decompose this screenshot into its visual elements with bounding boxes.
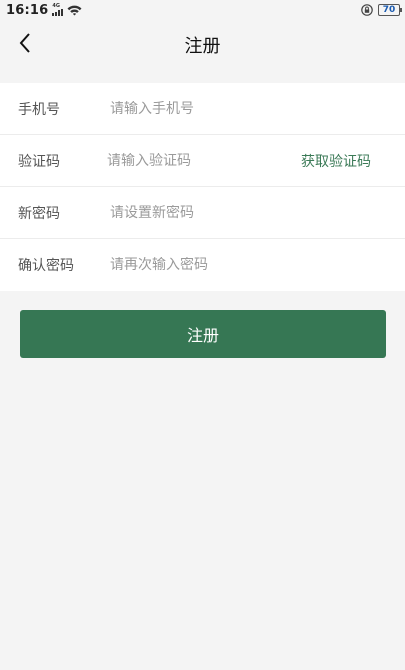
back-button[interactable] [10, 30, 40, 60]
new-password-row: 新密码 [0, 187, 405, 239]
signal-icon: 4G [52, 4, 64, 16]
chevron-left-icon [18, 32, 32, 58]
signal-bars [52, 9, 64, 16]
register-button[interactable]: 注册 [20, 310, 386, 358]
battery-level: 70 [382, 5, 396, 15]
code-input[interactable] [107, 152, 287, 169]
phone-row: 手机号 [0, 83, 405, 135]
status-left: 16:16 4G [6, 1, 82, 20]
new-password-input[interactable] [110, 204, 290, 221]
confirm-password-row: 确认密码 [0, 239, 405, 291]
get-code-button[interactable]: 获取验证码 [301, 151, 371, 171]
phone-label: 手机号 [18, 101, 60, 118]
confirm-password-input[interactable] [110, 257, 290, 273]
header: 注册 [0, 20, 405, 70]
phone-input[interactable] [110, 100, 290, 117]
confirm-password-label: 确认密码 [18, 258, 74, 274]
register-form: 手机号 验证码 获取验证码 新密码 确认密码 [0, 83, 405, 291]
battery-icon: 70 [378, 4, 402, 16]
register-button-label: 注册 [186, 326, 219, 345]
status-right: 70 [361, 1, 402, 20]
new-password-label: 新密码 [18, 205, 60, 222]
status-bar: 16:16 4G 70 [0, 0, 405, 20]
code-row: 验证码 获取验证码 [0, 135, 405, 187]
lock-rotation-icon [361, 1, 373, 20]
page-title: 注册 [184, 36, 221, 57]
wifi-icon [67, 1, 82, 20]
status-time: 16:16 [6, 2, 49, 18]
code-label: 验证码 [18, 153, 60, 170]
